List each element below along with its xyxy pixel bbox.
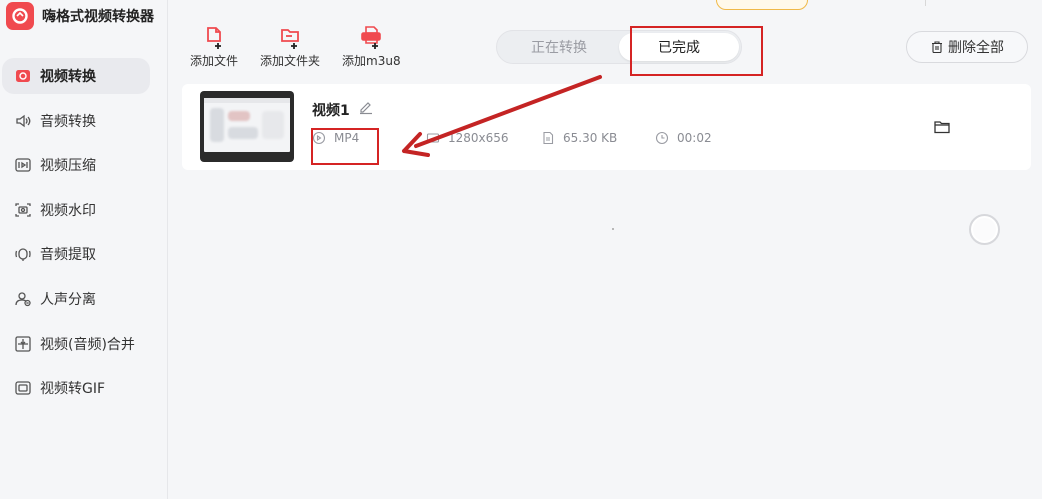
- sidebar-item-audio-extract[interactable]: 音频提取: [0, 236, 168, 272]
- file-name: 视频1: [312, 103, 350, 119]
- add-folder-icon: [279, 24, 301, 50]
- sidebar-item-video-convert[interactable]: 视频转换: [2, 58, 150, 94]
- sidebar-nav: 视频转换 音频转换 视频压缩 视频水印 音频提取 人声分离 视频(音频)合并 视…: [0, 58, 168, 415]
- add-folder-label: 添加文件夹: [260, 54, 321, 68]
- top-divider: [925, 0, 926, 6]
- merge-icon: [14, 335, 32, 353]
- gif-icon: [14, 379, 32, 397]
- top-pill-fragment[interactable]: [716, 0, 808, 10]
- sidebar-item-gif[interactable]: 视频转GIF: [0, 370, 168, 406]
- sidebar-item-merge[interactable]: 视频(音频)合并: [0, 326, 168, 362]
- file-resolution: 1280x656: [448, 131, 509, 145]
- add-file-icon: [203, 24, 225, 50]
- sidebar-item-label: 音频转换: [40, 113, 96, 130]
- sidebar-item-voice-separate[interactable]: 人声分离: [0, 281, 168, 317]
- file-size-icon: [543, 131, 554, 145]
- clock-icon: [655, 131, 669, 145]
- size-meta: 65.30 KB: [541, 131, 617, 145]
- sidebar-item-label: 视频(音频)合并: [40, 336, 135, 353]
- trash-icon: [932, 41, 942, 54]
- add-m3u8-label: 添加m3u8: [342, 54, 401, 68]
- sidebar-item-label: 人声分离: [40, 291, 96, 308]
- add-folder-button[interactable]: 添加文件夹: [260, 24, 320, 69]
- edit-name-icon[interactable]: [358, 99, 374, 115]
- resolution-icon: [426, 133, 440, 143]
- toolbar: 添加文件 添加文件夹 添加m3u8: [190, 24, 423, 69]
- add-m3u8-icon: [360, 24, 382, 50]
- file-card[interactable]: 视频1 MP4 1280x656 65.30 KB 00:02: [182, 84, 1031, 170]
- annotation-box-completed: [630, 26, 763, 76]
- app-logo-icon: [6, 2, 34, 30]
- delete-all-button[interactable]: 删除全部: [906, 31, 1028, 63]
- tab-converting[interactable]: 正在转换: [499, 33, 619, 61]
- sidebar-item-video-watermark[interactable]: 视频水印: [0, 192, 168, 228]
- sidebar-item-audio-convert[interactable]: 音频转换: [0, 103, 168, 139]
- brand: 嗨格式视频转换器: [6, 2, 154, 30]
- sidebar-item-label: 视频转换: [40, 69, 96, 85]
- sidebar-item-label: 视频转GIF: [40, 381, 106, 398]
- video-thumbnail: [200, 91, 294, 162]
- audio-extract-icon: [14, 245, 32, 263]
- add-m3u8-button[interactable]: 添加m3u8: [342, 24, 401, 69]
- delete-all-label: 删除全部: [948, 40, 1004, 56]
- resolution-meta: 1280x656: [426, 131, 509, 145]
- video-compress-icon: [14, 156, 32, 174]
- sidebar-item-label: 视频压缩: [40, 158, 96, 175]
- sidebar-item-video-compress[interactable]: 视频压缩: [0, 147, 168, 183]
- app-title: 嗨格式视频转换器: [42, 9, 154, 25]
- loading-spinner: [969, 214, 1000, 245]
- stray-dot: [612, 228, 614, 230]
- open-folder-icon[interactable]: [933, 119, 951, 135]
- audio-convert-icon: [14, 112, 32, 130]
- video-watermark-icon: [14, 201, 32, 219]
- add-file-button[interactable]: 添加文件: [190, 24, 238, 69]
- annotation-box-format: [311, 128, 379, 165]
- sidebar: 嗨格式视频转换器 视频转换 音频转换 视频压缩 视频水印 音频提取 人声分离 视…: [0, 0, 168, 499]
- add-file-label: 添加文件: [190, 54, 239, 68]
- file-duration: 00:02: [677, 131, 712, 145]
- duration-meta: 00:02: [655, 131, 712, 145]
- sidebar-item-label: 视频水印: [40, 202, 96, 219]
- sidebar-item-label: 音频提取: [40, 247, 96, 264]
- file-size: 65.30 KB: [563, 131, 618, 145]
- voice-separate-icon: [14, 290, 32, 308]
- video-convert-icon: [14, 67, 32, 85]
